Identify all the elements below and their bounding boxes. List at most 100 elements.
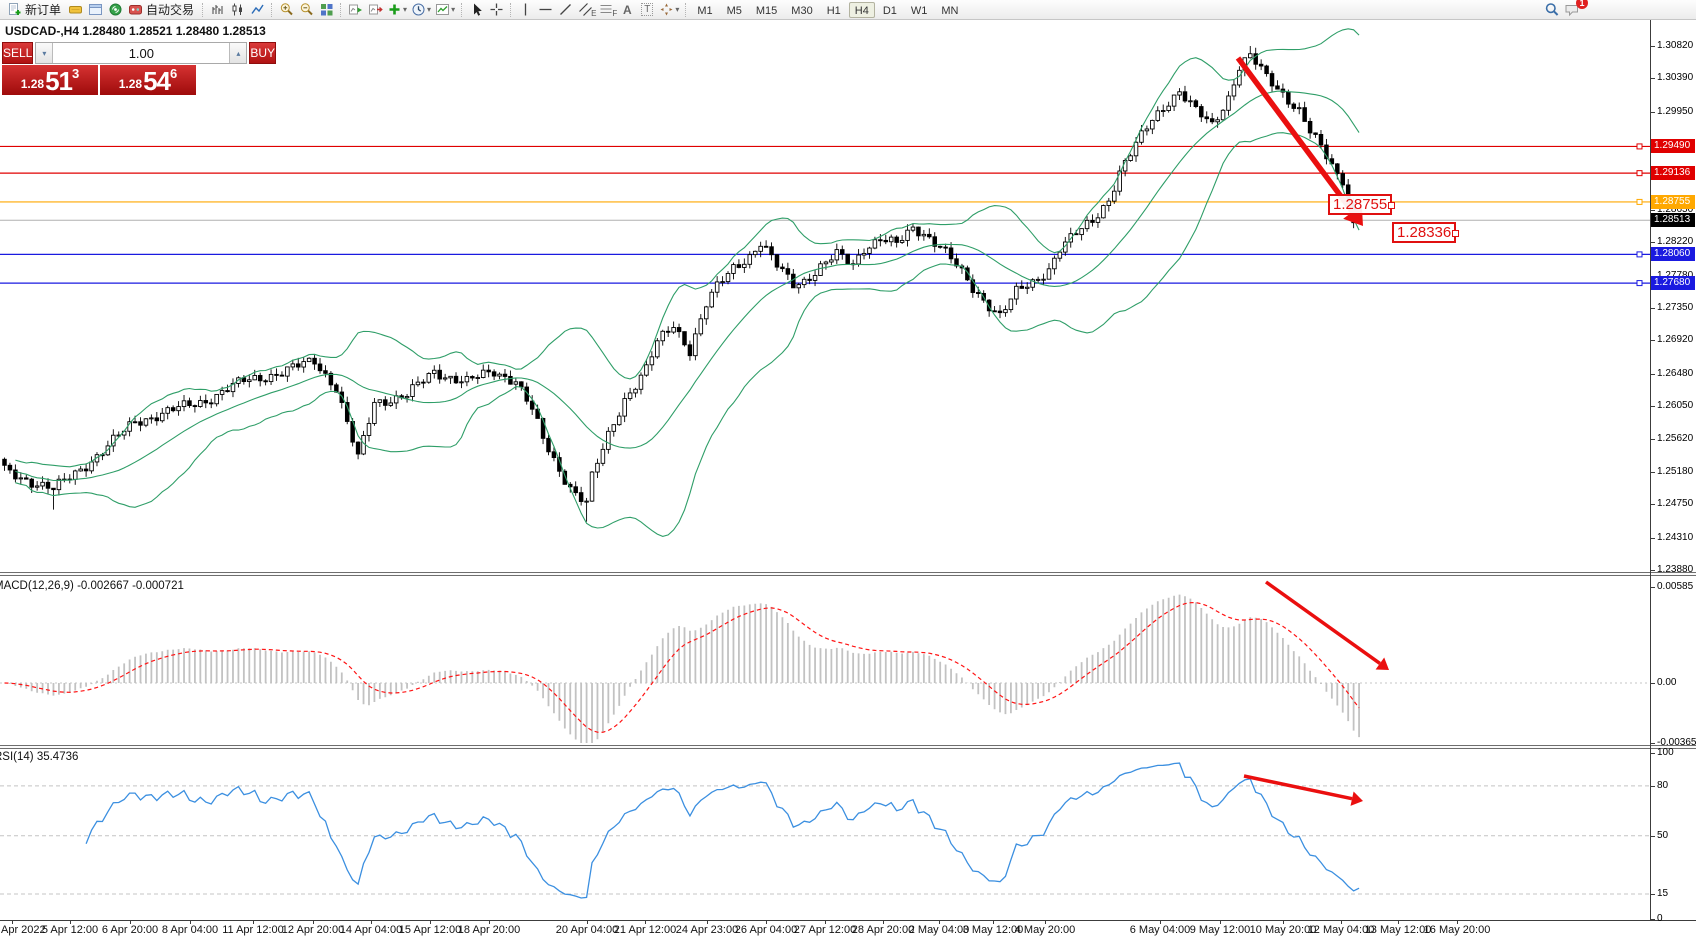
timeframe-M30[interactable]: M30 (785, 2, 818, 18)
volume-input[interactable] (53, 43, 229, 63)
price-axis-tick-label: 1.25180 (1657, 466, 1693, 478)
trend-arrow[interactable] (1238, 58, 1352, 212)
text-icon[interactable]: A (617, 1, 637, 19)
toolbar: 新订单 自动交易 (0, 0, 1696, 20)
time-axis-label: 8 Apr 04:00 (162, 924, 218, 936)
time-axis-tick (707, 921, 708, 924)
search-icon[interactable] (1542, 1, 1562, 19)
zoom-in-icon[interactable] (276, 1, 296, 19)
time-axis-tick (939, 921, 940, 924)
time-axis-label: Apr 2022 (1, 924, 46, 936)
timeframe-W1[interactable]: W1 (905, 2, 934, 18)
time-axis-label: 28 Apr 20:00 (852, 924, 914, 936)
sell-button[interactable]: SELL (2, 42, 33, 64)
vertical-line-icon[interactable] (515, 1, 535, 19)
buy-price-display[interactable]: 1.28546 (100, 65, 196, 95)
time-axis-tick (489, 921, 490, 924)
timeframe-MN[interactable]: MN (935, 2, 964, 18)
data-window-icon[interactable] (85, 1, 105, 19)
autotrading-icon[interactable] (125, 1, 145, 19)
volume-increase-button[interactable]: ▴ (229, 43, 246, 63)
news-icon[interactable] (105, 1, 125, 19)
indicators-add-icon[interactable] (385, 1, 409, 19)
rsi-axis-tick (1650, 894, 1655, 895)
price-axis-tick-label: 1.23880 (1657, 564, 1693, 576)
timeframe-M5[interactable]: M5 (721, 2, 748, 18)
mt4-window: 新订单 自动交易 (0, 0, 1696, 942)
cursor-icon[interactable] (466, 1, 486, 19)
timeframe-H1[interactable]: H1 (821, 2, 847, 18)
horizontal-line-icon[interactable] (535, 1, 555, 19)
candlestick-chart-icon[interactable] (227, 1, 247, 19)
templates-icon[interactable] (433, 1, 457, 19)
crosshair-icon[interactable] (486, 1, 506, 19)
sell-price-display[interactable]: 1.28513 (2, 65, 98, 95)
level-line-handle[interactable] (1637, 281, 1642, 286)
main-price-chart[interactable] (0, 20, 1650, 572)
current-price-badge: 1.28513 (1651, 213, 1695, 227)
time-axis-label: 4 May 20:00 (1015, 924, 1076, 936)
timeframe-M15[interactable]: M15 (750, 2, 783, 18)
macd-axis-tick-label: 0.00585 (1657, 581, 1693, 593)
rsi-pane-splitter[interactable] (0, 745, 1696, 749)
volume-decrease-button[interactable]: ▾ (36, 43, 53, 63)
time-axis-label: 9 May 12:00 (1190, 924, 1251, 936)
time-axis-tick (1160, 921, 1161, 924)
price-axis-tick-label: 1.26920 (1657, 334, 1693, 346)
bar-chart-icon[interactable] (207, 1, 227, 19)
timeframe-D1[interactable]: D1 (877, 2, 903, 18)
buy-button[interactable]: BUY (249, 42, 276, 64)
time-axis-label: 2 May 04:00 (909, 924, 970, 936)
sell-price-main: 51 (45, 69, 72, 94)
bollinger-lower-band (15, 133, 1359, 537)
line-chart-icon[interactable] (247, 1, 267, 19)
text-label-icon[interactable]: T (641, 3, 653, 16)
rsi-axis-tick-label: 80 (1657, 780, 1668, 792)
chart-shift-icon[interactable] (365, 1, 385, 19)
price-level-badge: 1.29490 (1651, 139, 1695, 153)
notifications-icon[interactable]: 1 (1562, 1, 1582, 19)
new-order-label[interactable]: 新订单 (25, 1, 61, 18)
periods-icon[interactable] (409, 1, 433, 19)
rsi-indicator-pane[interactable] (0, 749, 1650, 919)
price-level-badge: 1.28755 (1651, 195, 1695, 209)
rsi-label: RSI(14) 35.4736 (0, 751, 78, 763)
price-axis-tick-label: 1.24750 (1657, 498, 1693, 510)
level-line-handle[interactable] (1637, 144, 1642, 149)
price-axis-tick-label: 1.30820 (1657, 40, 1693, 52)
price-level-badge: 1.29136 (1651, 166, 1695, 180)
chart-control-group (345, 0, 457, 20)
autotrading-label[interactable]: 自动交易 (146, 1, 194, 18)
time-axis-label: 20 Apr 04:00 (556, 924, 618, 936)
toolbar-separator (685, 3, 686, 17)
time-axis-tick (70, 921, 71, 924)
price-callout[interactable]: 1.28755 (1328, 194, 1392, 215)
price-axis-tick (1650, 538, 1655, 539)
time-axis-line[interactable] (0, 920, 1696, 921)
level-line-handle[interactable] (1637, 252, 1642, 257)
level-line-handle[interactable] (1637, 171, 1642, 176)
macd-histogram (5, 595, 1360, 743)
time-axis-tick (825, 921, 826, 924)
macd-pane-splitter[interactable] (0, 572, 1696, 576)
zoom-out-icon[interactable] (296, 1, 316, 19)
tile-windows-icon[interactable] (316, 1, 336, 19)
time-axis-tick (766, 921, 767, 924)
macd-indicator-pane[interactable] (0, 576, 1650, 744)
price-callout[interactable]: 1.28336 (1392, 222, 1456, 243)
auto-scroll-icon[interactable] (345, 1, 365, 19)
rsi-axis-tick (1650, 919, 1655, 920)
timeframe-M1[interactable]: M1 (691, 2, 718, 18)
price-axis-tick (1650, 406, 1655, 407)
arrows-icon[interactable] (657, 1, 681, 19)
new-order-icon[interactable] (4, 1, 24, 19)
price-axis-tick-label: 1.26480 (1657, 368, 1693, 380)
rsi-axis-tick-label: 50 (1657, 830, 1668, 842)
metaeditor-icon[interactable] (65, 1, 85, 19)
time-axis-tick (645, 921, 646, 924)
trend-arrow[interactable] (1244, 776, 1352, 799)
level-line-handle[interactable] (1637, 199, 1642, 204)
rsi-axis-tick (1650, 786, 1655, 787)
timeframe-H4[interactable]: H4 (849, 2, 875, 18)
trendline-icon[interactable] (555, 1, 575, 19)
